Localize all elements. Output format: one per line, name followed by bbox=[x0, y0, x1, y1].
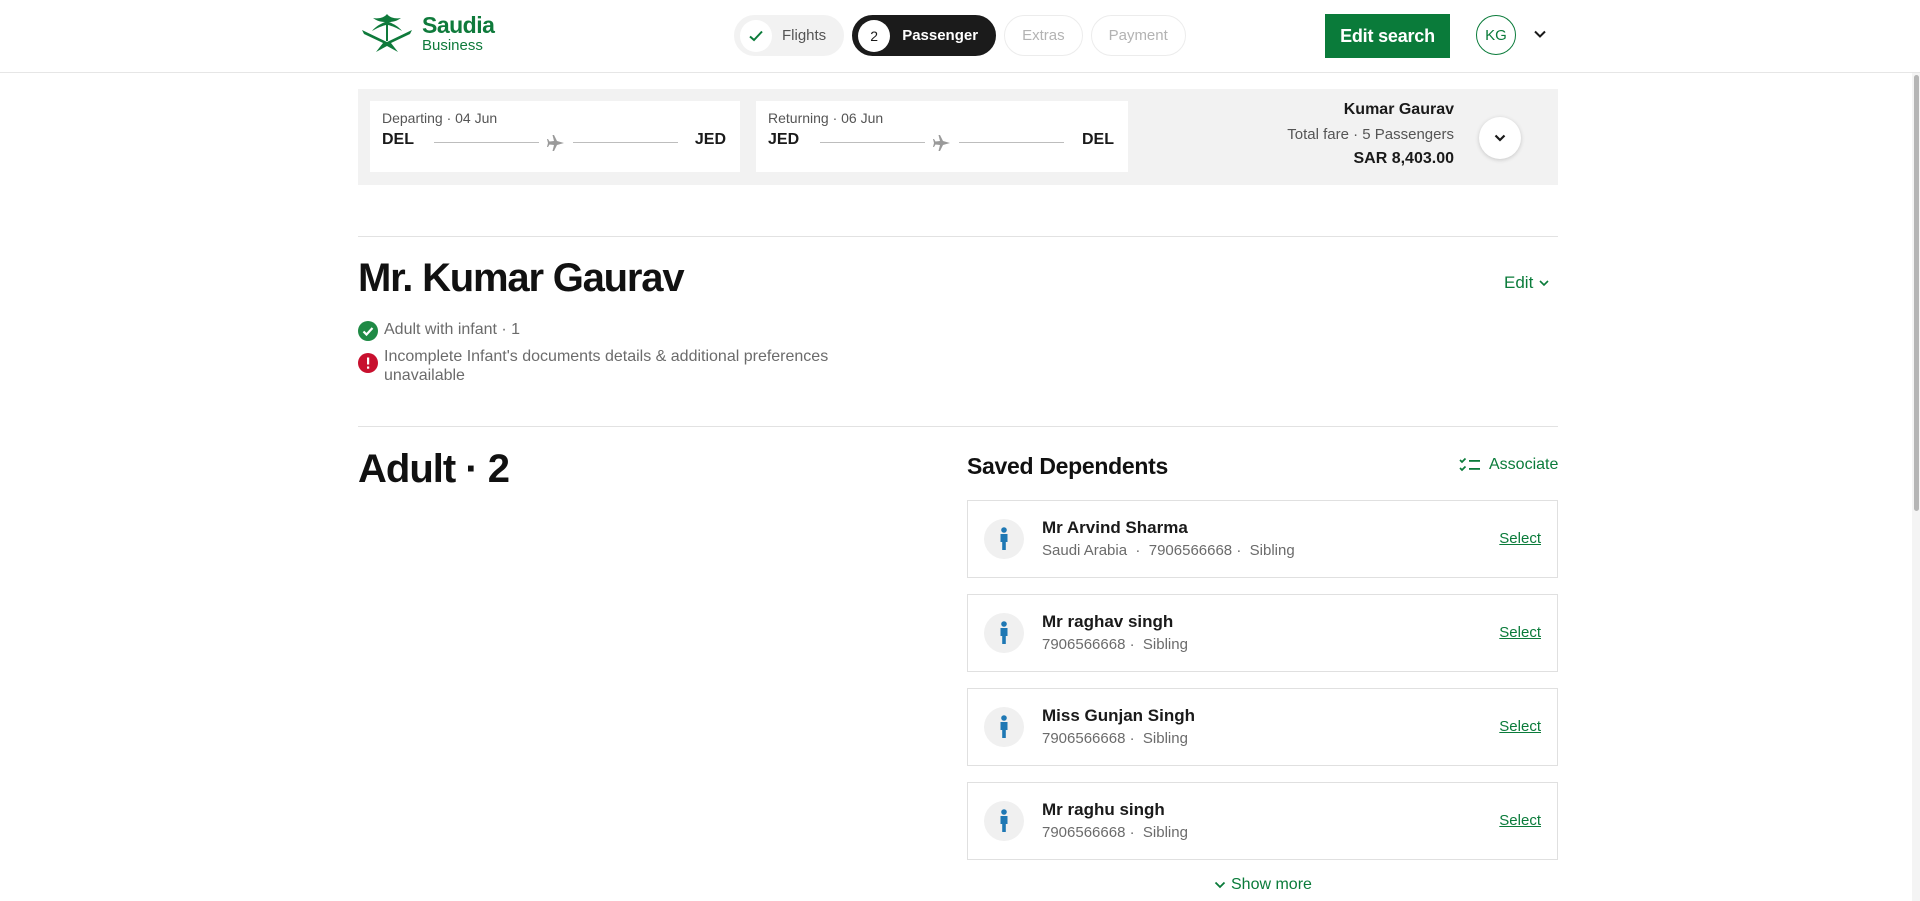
checkmark-icon bbox=[740, 19, 772, 52]
route-line bbox=[959, 142, 1064, 143]
top-header: Saudia Business Flights 2 Passenger Extr… bbox=[0, 0, 1920, 73]
fare-details-toggle[interactable] bbox=[1479, 117, 1521, 159]
route-line bbox=[573, 142, 678, 143]
dependent-meta: 7906566668 · Sibling bbox=[1042, 730, 1188, 747]
chevron-down-icon bbox=[1214, 881, 1226, 889]
dependent-card[interactable]: Miss Gunjan Singh 7906566668 · Sibling S… bbox=[967, 688, 1558, 766]
status-complete: Adult with infant · 1 bbox=[358, 320, 904, 341]
returning-leg: Returning · 06 Jun JED DEL bbox=[756, 101, 1128, 172]
destination-code: JED bbox=[694, 131, 726, 148]
step-flights[interactable]: Flights bbox=[734, 15, 845, 56]
person-icon bbox=[984, 613, 1024, 653]
check-circle-icon bbox=[358, 321, 378, 341]
passenger-name: Mr. Kumar Gaurav bbox=[358, 256, 685, 300]
step-label: Payment bbox=[1108, 27, 1168, 44]
associate-label: Associate bbox=[1489, 456, 1559, 473]
dependent-meta: Saudi Arabia · 7906566668 · Sibling bbox=[1042, 542, 1295, 559]
edit-search-button[interactable]: Edit search bbox=[1325, 14, 1450, 58]
section-divider bbox=[358, 236, 1558, 237]
destination-code: DEL bbox=[1082, 131, 1114, 148]
lead-passenger-name: Kumar Gaurav bbox=[1343, 101, 1454, 118]
dependent-meta: 7906566668 · Sibling bbox=[1042, 636, 1188, 653]
select-dependent-link[interactable]: Select bbox=[1499, 812, 1541, 829]
select-dependent-link[interactable]: Select bbox=[1499, 530, 1541, 547]
step-label: Flights bbox=[782, 27, 827, 44]
user-avatar[interactable]: KG bbox=[1476, 15, 1516, 55]
chevron-down-icon[interactable] bbox=[1532, 26, 1548, 42]
dependent-card[interactable]: Mr raghav singh 7906566668 · Sibling Sel… bbox=[967, 594, 1558, 672]
saved-dependents-title: Saved Dependents bbox=[967, 453, 1168, 479]
dependent-name: Mr raghav singh bbox=[1042, 612, 1174, 631]
select-dependent-link[interactable]: Select bbox=[1499, 718, 1541, 735]
step-label: Passenger bbox=[902, 27, 979, 44]
show-more-label: Show more bbox=[1231, 876, 1312, 893]
chevron-down-icon bbox=[1539, 280, 1549, 287]
saudia-business-logo[interactable]: Saudia Business bbox=[358, 11, 495, 54]
brand-tier: Business bbox=[422, 36, 483, 54]
step-label: Extras bbox=[1022, 27, 1065, 44]
step-number: 2 bbox=[858, 19, 891, 52]
origin-code: JED bbox=[768, 131, 800, 148]
dependent-meta: 7906566668 · Sibling bbox=[1042, 824, 1188, 841]
associate-button[interactable]: Associate bbox=[1459, 456, 1558, 474]
person-icon bbox=[984, 519, 1024, 559]
status-text: Incomplete Infant's documents details & … bbox=[384, 348, 829, 384]
status-text: Adult with infant · 1 bbox=[384, 321, 521, 338]
dependent-name: Mr Arvind Sharma bbox=[1042, 518, 1188, 537]
fare-summary: Kumar Gaurav Total fare · 5 Passengers S… bbox=[1287, 101, 1454, 168]
person-icon bbox=[984, 801, 1024, 841]
person-icon bbox=[984, 707, 1024, 747]
route-line bbox=[434, 142, 539, 143]
dependent-card[interactable]: Mr raghu singh 7906566668 · Sibling Sele… bbox=[967, 782, 1558, 860]
palm-swords-logo-icon bbox=[362, 14, 412, 52]
adult-section-title: Adult · 2 bbox=[358, 447, 510, 491]
departing-leg: Departing · 04 Jun DEL JED bbox=[370, 101, 740, 172]
itinerary-summary: Departing · 04 Jun DEL JED Returning · 0… bbox=[358, 89, 1558, 185]
airplane-icon bbox=[933, 135, 950, 151]
section-divider bbox=[358, 426, 1558, 427]
show-more-button[interactable]: Show more bbox=[1213, 876, 1312, 894]
step-payment[interactable]: Payment bbox=[1090, 15, 1186, 56]
dependent-name: Miss Gunjan Singh bbox=[1042, 706, 1196, 725]
chevron-down-icon bbox=[1494, 134, 1506, 142]
step-passenger[interactable]: 2 Passenger bbox=[852, 15, 997, 56]
leg-label: Departing · 04 Jun bbox=[382, 110, 498, 126]
dependent-card[interactable]: Mr Arvind Sharma Saudi Arabia · 79065666… bbox=[967, 500, 1558, 578]
leg-label: Returning · 06 Jun bbox=[768, 110, 884, 126]
origin-code: DEL bbox=[382, 131, 414, 148]
select-dependent-link[interactable]: Select bbox=[1499, 624, 1541, 641]
error-alert-icon bbox=[358, 353, 378, 373]
scrollbar-thumb[interactable] bbox=[1914, 75, 1919, 511]
step-extras[interactable]: Extras bbox=[1004, 15, 1083, 56]
edit-passenger-dropdown[interactable]: Edit bbox=[1504, 273, 1550, 293]
dependent-name: Mr raghu singh bbox=[1042, 800, 1165, 819]
total-fare-amount: SAR 8,403.00 bbox=[1353, 150, 1454, 167]
fare-meta: Total fare · 5 Passengers bbox=[1287, 126, 1454, 143]
edit-label: Edit bbox=[1504, 273, 1534, 292]
booking-stepper: Flights 2 Passenger Extras Payment bbox=[734, 15, 1186, 56]
status-incomplete: Incomplete Infant's documents details & … bbox=[358, 347, 904, 385]
brand-name: Saudia bbox=[422, 11, 495, 38]
route-line bbox=[820, 142, 925, 143]
checklist-icon bbox=[1459, 457, 1480, 472]
airplane-icon bbox=[547, 135, 564, 151]
